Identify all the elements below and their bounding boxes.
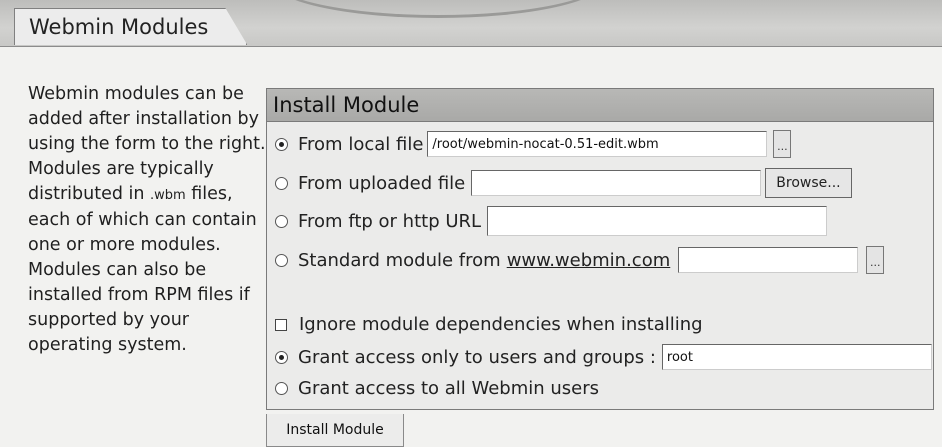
install-module-button-label: Install Module (286, 422, 384, 438)
uploaded-file-label: From uploaded file (298, 172, 466, 194)
standard-module-input[interactable] (678, 247, 859, 273)
install-module-form: From local file ... From uploaded file B… (266, 122, 934, 410)
grant-all-row: Grant access to all Webmin users (275, 378, 599, 399)
grant-users-radio[interactable] (275, 350, 288, 364)
uploaded-file-radio[interactable] (275, 176, 288, 190)
grant-users-input[interactable] (661, 344, 932, 370)
standard-module-picker-button[interactable]: ... (866, 246, 885, 274)
tab-bar: Webmin Modules (0, 0, 942, 47)
wbm-extension: .wbm (150, 188, 186, 203)
local-file-label: From local file (298, 133, 424, 155)
install-module-button[interactable]: Install Module (266, 414, 404, 447)
install-module-title: Install Module (273, 93, 420, 117)
uploaded-file-input[interactable] (471, 170, 762, 196)
browse-button[interactable]: Browse... (765, 168, 852, 198)
description-text: Webmin modules can be added after instal… (28, 84, 266, 355)
local-file-row: From local file ... (275, 130, 792, 158)
url-input[interactable] (487, 206, 828, 236)
tab-title: Webmin Modules (29, 15, 209, 39)
local-file-picker-button[interactable]: ... (773, 130, 792, 158)
grant-all-label: Grant access to all Webmin users (298, 378, 600, 399)
standard-module-label: Standard module from (298, 249, 501, 271)
local-file-input[interactable] (427, 131, 768, 157)
standard-module-radio[interactable] (275, 253, 288, 267)
uploaded-file-row: From uploaded file Browse... (275, 168, 852, 198)
grant-users-row: Grant access only to users and groups : (275, 344, 932, 370)
install-module-header: Install Module (266, 88, 934, 122)
webmin-com-link[interactable]: www.webmin.com (507, 250, 671, 271)
standard-module-row: Standard module from www.webmin.com ... (275, 246, 885, 274)
url-radio[interactable] (275, 214, 288, 228)
local-file-radio[interactable] (275, 137, 288, 151)
ignore-deps-row: Ignore module dependencies when installi… (275, 314, 703, 335)
ignore-deps-label: Ignore module dependencies when installi… (299, 314, 703, 335)
tab-webmin-modules[interactable]: Webmin Modules (14, 8, 247, 45)
grant-all-radio[interactable] (275, 382, 288, 395)
url-label: From ftp or http URL (298, 210, 482, 232)
grant-users-label: Grant access only to users and groups : (298, 346, 656, 368)
ignore-deps-checkbox[interactable] (275, 318, 287, 331)
url-row: From ftp or http URL (275, 206, 828, 236)
decorative-arc (270, 0, 606, 18)
